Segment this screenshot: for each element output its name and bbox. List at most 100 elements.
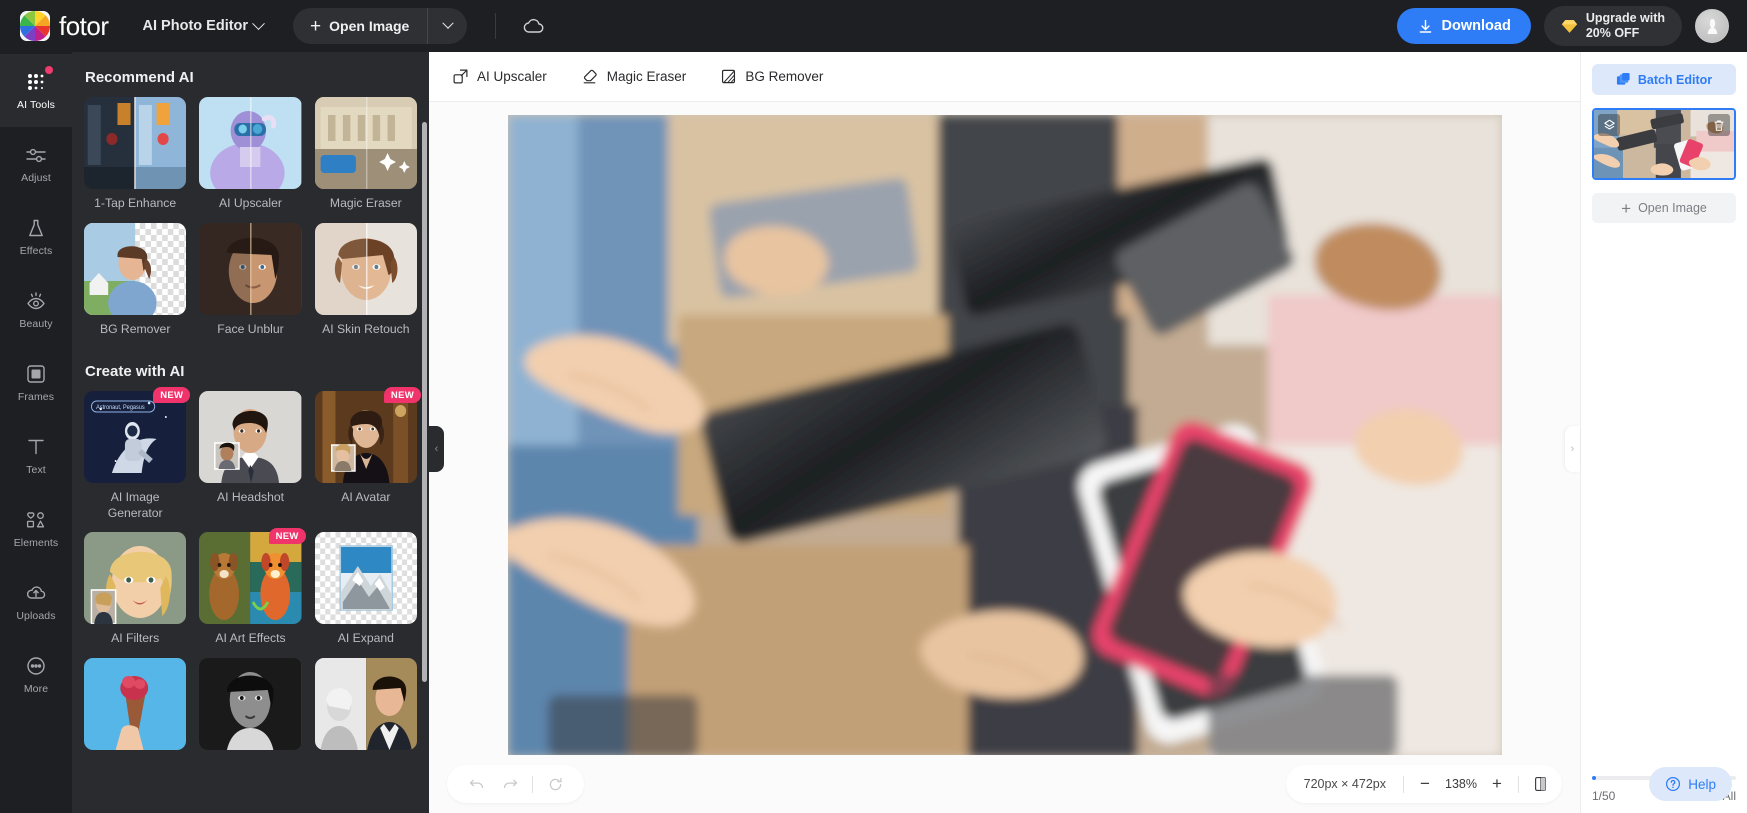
upscale-icon: [453, 69, 468, 84]
tool-card-extra-1[interactable]: [84, 658, 187, 757]
new-badge: NEW: [268, 528, 306, 545]
canvas-toolbar: AI Upscaler Magic Eraser BG Remover: [429, 52, 1580, 102]
toolbar-ai-upscaler[interactable]: AI Upscaler: [452, 68, 547, 85]
photo-hands-phones: [507, 115, 1502, 755]
tool-card-1tap-enhance[interactable]: 1-Tap Enhance: [84, 97, 187, 212]
tool-card-label: AI Avatar: [341, 490, 391, 505]
redo-icon: [503, 779, 517, 788]
upgrade-button[interactable]: Upgrade with 20% OFF: [1543, 6, 1682, 46]
tool-thumbnail: [199, 532, 302, 625]
download-label: Download: [1441, 18, 1511, 34]
trash-icon[interactable]: [1708, 114, 1730, 136]
sidebar-item-ai-tools[interactable]: AI Tools: [0, 54, 72, 127]
open-image-label: Open Image: [1638, 201, 1707, 215]
tool-card-ai-art-effects[interactable]: NEW AI Art Effects: [199, 528, 306, 647]
help-label: Help: [1688, 776, 1716, 792]
zoom-in-button[interactable]: +: [1483, 770, 1511, 798]
reset-button[interactable]: [540, 769, 570, 799]
svg-text:Astronaut, Pegasus: Astronaut, Pegasus: [96, 405, 145, 411]
tool-card-ai-skin-retouch[interactable]: AI Skin Retouch: [314, 222, 417, 338]
tool-card-ai-headshot[interactable]: AI Headshot: [199, 391, 302, 521]
undo-button[interactable]: [461, 769, 491, 799]
toolbar-label: Magic Eraser: [606, 69, 687, 84]
ellipsis-icon: [25, 655, 47, 677]
ai-tools-panel-scroll[interactable]: Recommend AI 1-Tap Enhance AI Upscaler M…: [72, 52, 429, 813]
canvas-bottom-bar: 720px × 472px − 138% +: [429, 755, 1580, 813]
tool-card-face-unblur[interactable]: Face Unblur: [199, 222, 302, 338]
diamond-icon: [1561, 19, 1577, 33]
panel-scrollbar[interactable]: [422, 122, 427, 682]
compare-button[interactable]: [1526, 770, 1554, 798]
tool-card-ai-filters[interactable]: AI Filters: [84, 532, 187, 647]
tool-card-label: AI Expand: [337, 631, 394, 646]
sliders-icon: [24, 144, 48, 166]
tool-thumbnail: [199, 391, 302, 484]
canvas-photo[interactable]: [507, 115, 1502, 755]
app-switcher[interactable]: AI Photo Editor: [143, 16, 265, 34]
layers-copy-icon[interactable]: [1598, 114, 1620, 136]
zoom-level: 138%: [1445, 777, 1477, 791]
brand-logo[interactable]: fotor: [0, 11, 109, 42]
image-thumbnail-item[interactable]: [1592, 108, 1736, 180]
tool-thumbnail: [84, 222, 187, 315]
tool-card-label: AI Headshot: [216, 490, 285, 505]
divider: [532, 775, 533, 793]
tool-thumbnail: [199, 97, 302, 189]
undo-icon: [469, 779, 483, 788]
open-image-button-right[interactable]: + Open Image: [1592, 193, 1736, 223]
section-title-create-with-ai: Create with AI: [85, 363, 185, 381]
tool-thumbnail: [199, 658, 302, 751]
sidebar-item-label: AI Tools: [17, 98, 55, 111]
toolbar-label: AI Upscaler: [477, 69, 547, 84]
sidebar-item-text[interactable]: Text: [0, 419, 72, 492]
zoom-out-button[interactable]: −: [1411, 770, 1439, 798]
sidebar-item-beauty[interactable]: Beauty: [0, 273, 72, 346]
tool-card-label: AI Skin Retouch: [322, 321, 410, 336]
toolbar-magic-eraser[interactable]: Magic Eraser: [581, 68, 687, 85]
tool-card-bg-remover[interactable]: BG Remover: [84, 222, 187, 338]
collapse-left-panel-button[interactable]: ‹: [429, 426, 444, 472]
sidebar-item-elements[interactable]: Elements: [0, 492, 72, 565]
toolbar-label: BG Remover: [745, 69, 824, 84]
open-image-button[interactable]: + Open Image: [293, 8, 468, 44]
text-t-icon: [25, 436, 47, 458]
avatar[interactable]: [1695, 9, 1729, 43]
tool-card-label: Magic Eraser: [329, 196, 402, 210]
open-image-dropdown[interactable]: [427, 8, 467, 44]
sidebar-item-label: Elements: [13, 536, 59, 549]
cloud-save-button[interactable]: [522, 14, 546, 38]
tool-card-label: AI Image Generator: [107, 490, 163, 520]
editor-area: AI Upscaler Magic Eraser BG Remover 720p…: [429, 52, 1580, 813]
tool-card-ai-avatar[interactable]: NEW AI Avatar: [314, 387, 421, 521]
chevron-left-icon: ‹: [434, 443, 439, 455]
bg-remove-icon: [722, 69, 736, 84]
tool-card-ai-expand[interactable]: AI Expand: [314, 532, 417, 647]
collapse-right-panel-button[interactable]: ›: [1565, 426, 1580, 472]
app-body: AI Tools Adjust Effects Beauty Frames Te…: [0, 52, 1747, 813]
chevron-down-icon: [252, 16, 265, 30]
tool-card-ai-upscaler[interactable]: AI Upscaler: [199, 97, 302, 212]
canvas-area[interactable]: [429, 102, 1580, 755]
toolbar-bg-remover[interactable]: BG Remover: [720, 68, 823, 85]
sidebar-item-effects[interactable]: Effects: [0, 200, 72, 273]
sidebar-item-more[interactable]: More: [0, 638, 72, 711]
eye-icon: [24, 290, 48, 312]
sidebar-item-frames[interactable]: Frames: [0, 346, 72, 419]
sidebar-item-adjust[interactable]: Adjust: [0, 127, 72, 200]
tool-card-extra-3[interactable]: [314, 658, 417, 757]
shapes-icon: [24, 509, 48, 531]
sidebar-item-uploads[interactable]: Uploads: [0, 565, 72, 638]
tool-card-ai-image-generator[interactable]: NEW Astronaut, Pegasus AI Image Generato…: [84, 387, 191, 521]
new-dot-badge: [45, 66, 53, 74]
plus-icon: +: [310, 15, 322, 37]
tool-card-extra-2[interactable]: [199, 658, 302, 757]
batch-editor-button[interactable]: Batch Editor: [1592, 64, 1736, 95]
chevron-down-icon: [442, 17, 454, 29]
tool-card-magic-eraser[interactable]: Magic Eraser: [314, 97, 417, 212]
download-button[interactable]: Download: [1396, 8, 1531, 44]
recommend-ai-grid: 1-Tap Enhance AI Upscaler Magic Eraser B…: [84, 97, 417, 337]
help-button[interactable]: Help: [1649, 767, 1732, 801]
tool-thumbnail: [84, 97, 187, 189]
sidebar-item-label: More: [23, 682, 49, 695]
redo-button[interactable]: [495, 769, 525, 799]
